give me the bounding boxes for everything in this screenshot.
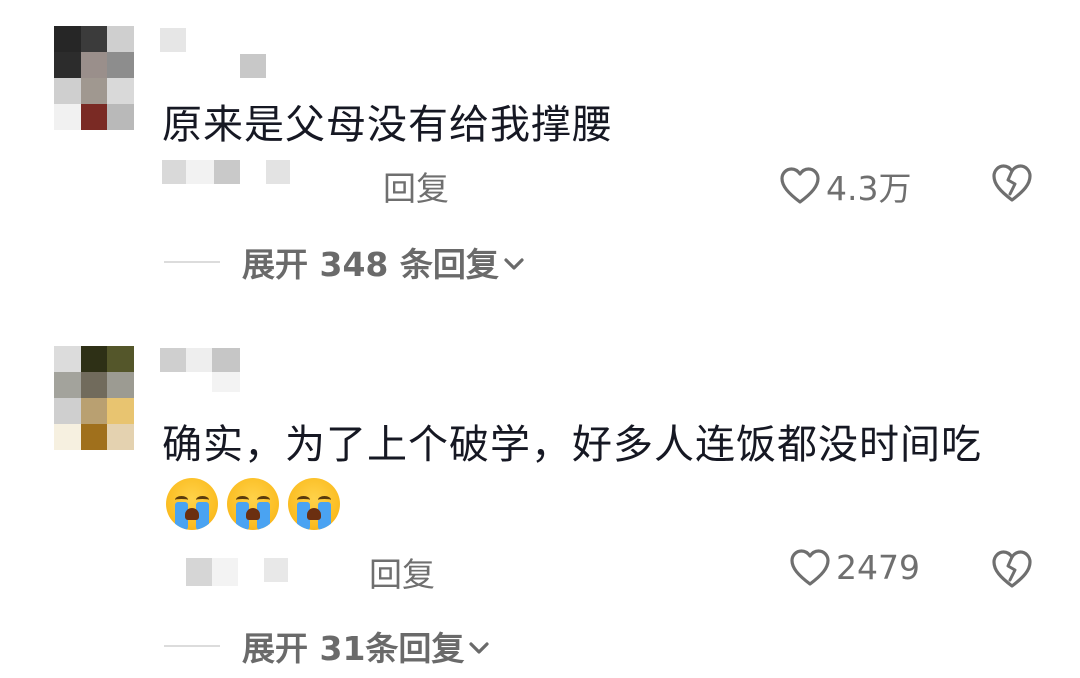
heart-outline-icon — [790, 548, 830, 586]
comment-time — [160, 550, 350, 590]
like-button[interactable]: 4.3万 — [780, 162, 911, 210]
divider — [164, 645, 220, 647]
expand-replies-label: 展开 31条回复 — [242, 629, 465, 668]
username[interactable] — [160, 344, 270, 394]
like-count: 2479 — [836, 548, 920, 587]
comment-text: 原来是父母没有给我撑腰 — [162, 102, 613, 148]
like-count: 4.3万 — [826, 169, 912, 208]
broken-heart-icon[interactable] — [991, 549, 1033, 589]
comment-time — [160, 160, 350, 200]
expand-replies-label: 展开 348 条回复 — [242, 245, 499, 284]
loudly-crying-face-icon — [227, 478, 279, 530]
chevron-down-icon — [469, 642, 490, 654]
username[interactable] — [160, 24, 270, 78]
reply-button[interactable]: 回复 — [369, 548, 435, 596]
emoji-row — [166, 478, 340, 530]
reply-button[interactable]: 回复 — [383, 162, 449, 210]
expand-replies[interactable]: 展开 348 条回复 — [164, 238, 525, 286]
comment-item: 原来是父母没有给我撑腰 回复 4.3万 展开 348 条回复 — [0, 0, 1080, 300]
loudly-crying-face-icon — [166, 478, 218, 530]
like-button[interactable]: 2479 — [790, 548, 920, 587]
divider — [164, 261, 220, 263]
avatar[interactable] — [54, 346, 134, 450]
comment-text: 确实，为了上个破学，好多人连饭都没时间吃 — [162, 422, 982, 468]
avatar[interactable] — [54, 26, 134, 130]
broken-heart-icon[interactable] — [991, 163, 1033, 203]
chevron-down-icon — [504, 258, 524, 270]
loudly-crying-face-icon — [288, 478, 340, 530]
heart-outline-icon — [780, 167, 820, 204]
expand-replies[interactable]: 展开 31条回复 — [164, 622, 490, 670]
